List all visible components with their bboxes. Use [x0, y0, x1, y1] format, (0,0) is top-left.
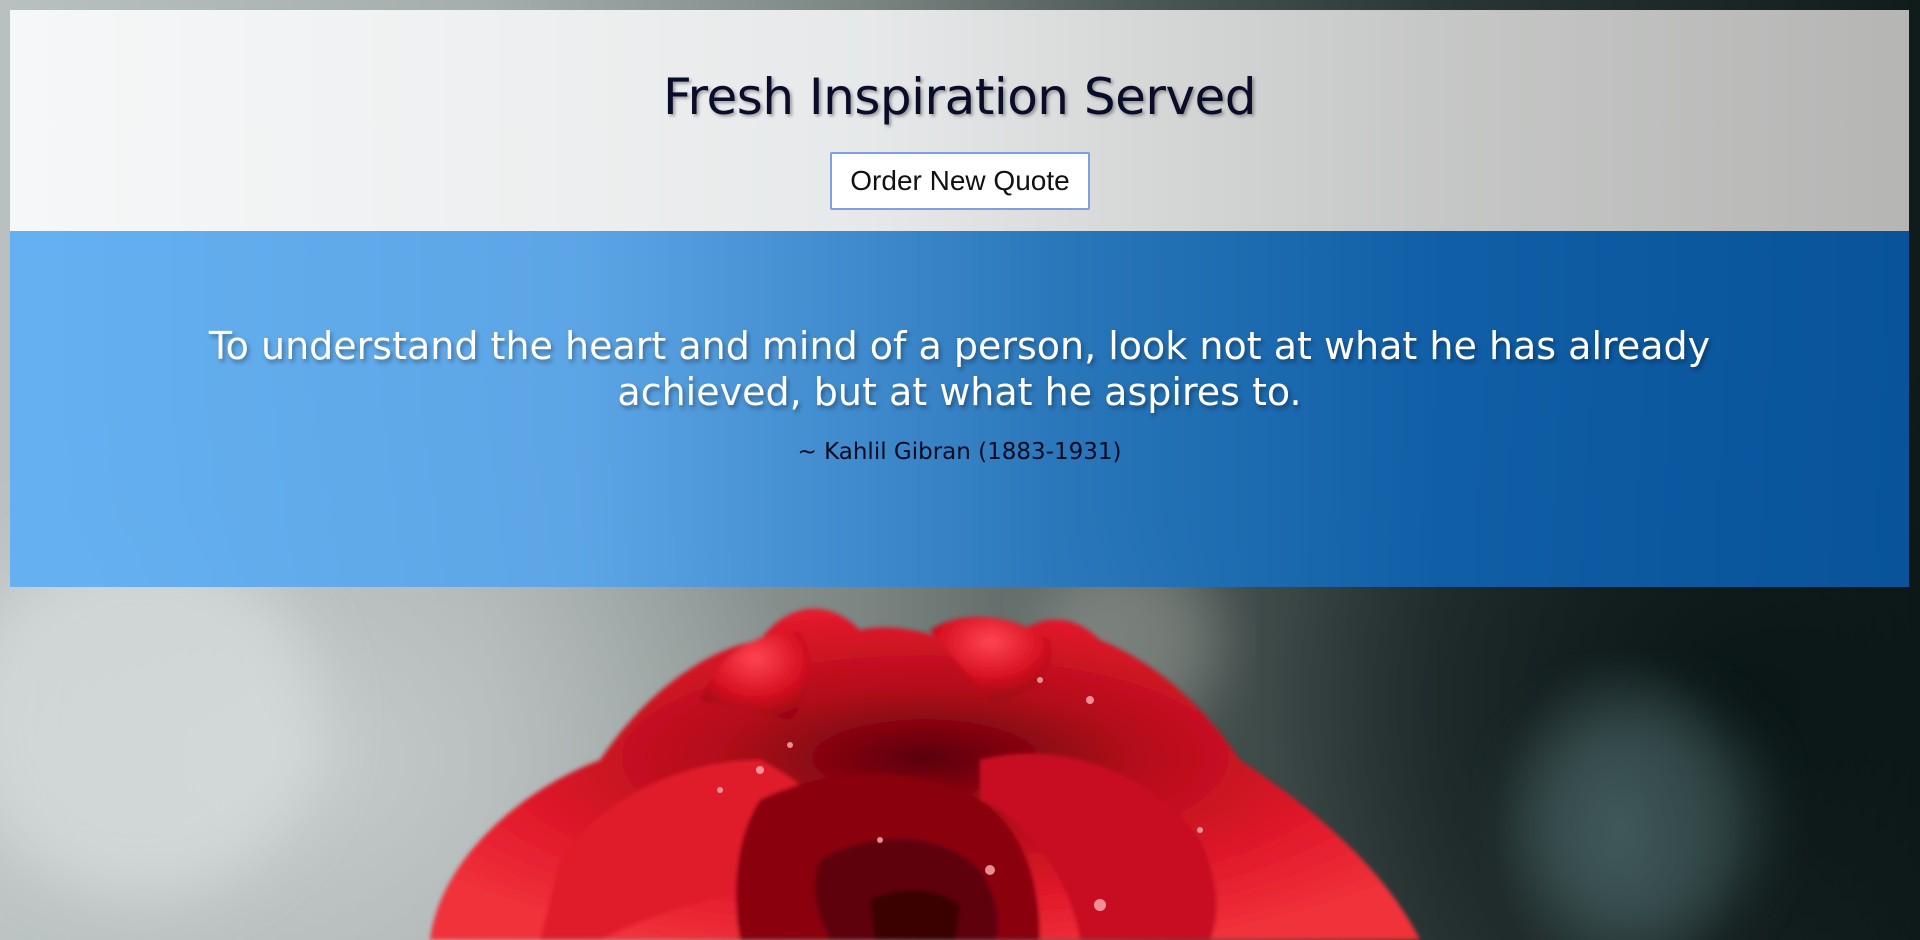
header-panel: Fresh Inspiration Served Order New Quote — [10, 10, 1909, 231]
quote-panel: To understand the heart and mind of a pe… — [10, 231, 1909, 587]
order-new-quote-button[interactable]: Order New Quote — [830, 152, 1090, 210]
quote-author: ~ Kahlil Gibran (1883-1931) — [797, 439, 1122, 465]
quote-text: To understand the heart and mind of a pe… — [208, 324, 1711, 414]
page-title: Fresh Inspiration Served — [662, 68, 1257, 126]
